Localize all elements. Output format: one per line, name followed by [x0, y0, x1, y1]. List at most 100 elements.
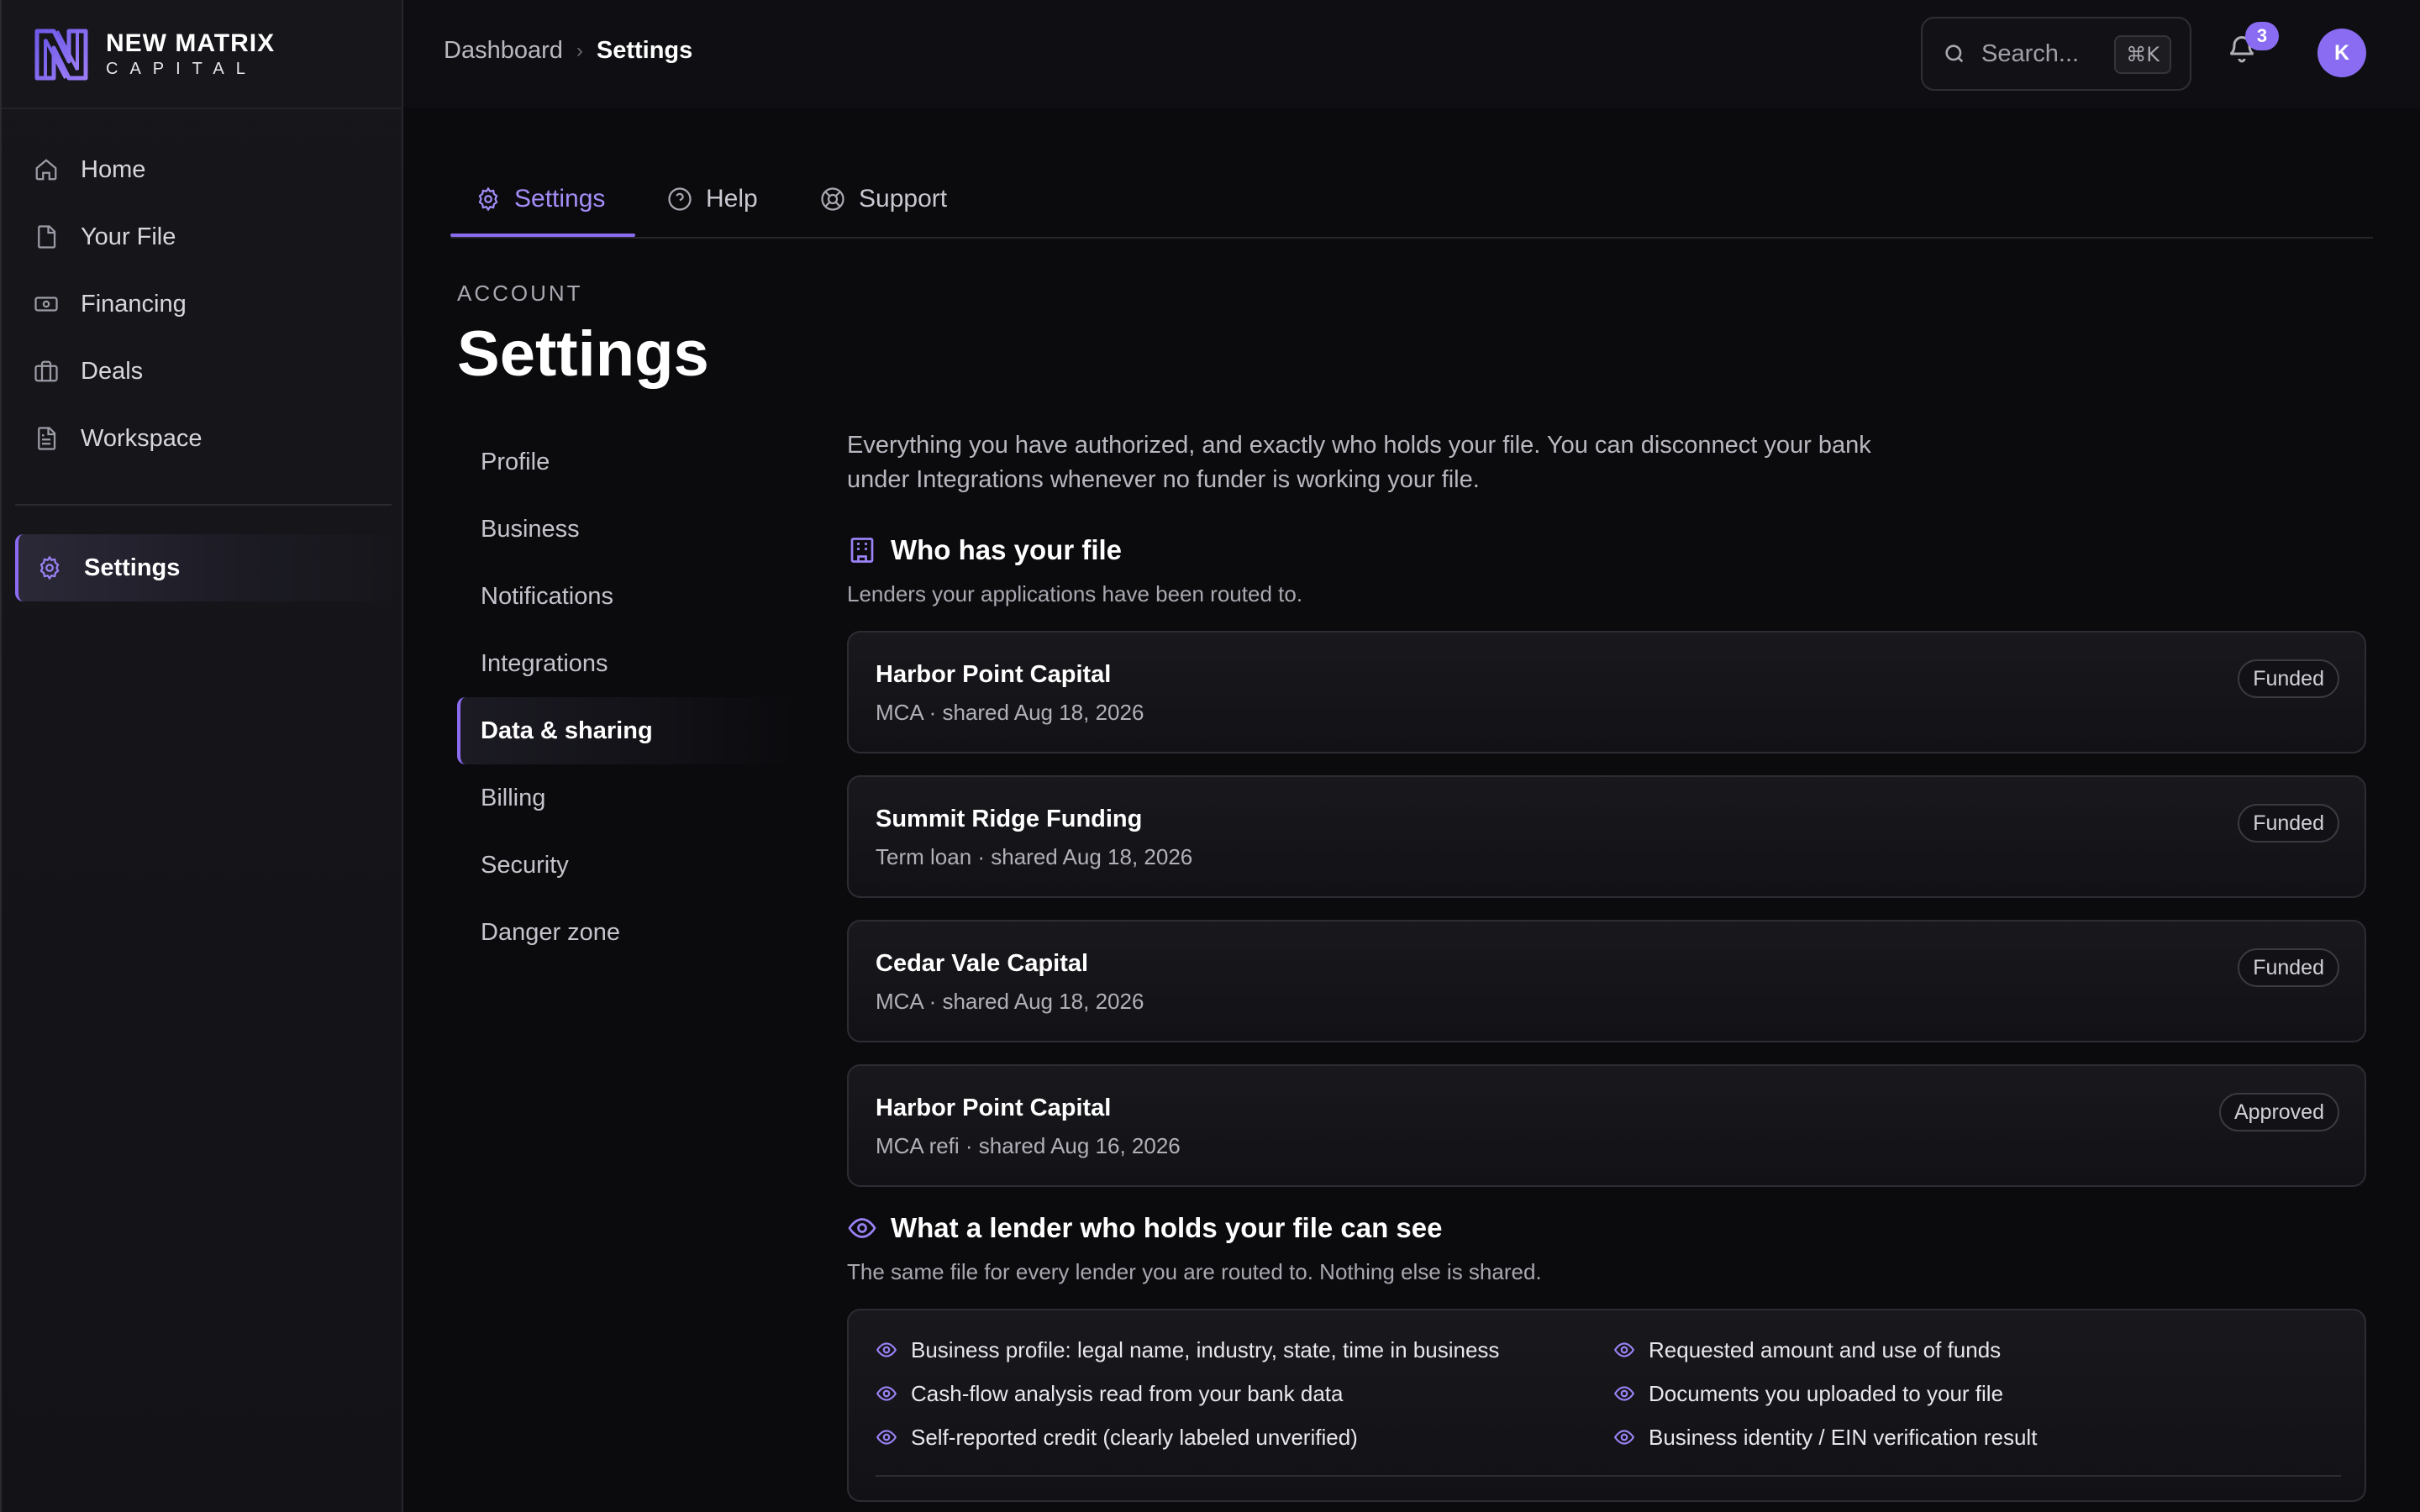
file-icon: [38, 225, 56, 249]
sidebar-divider: [15, 504, 392, 506]
brand-name-line1: NEW MATRIX: [106, 29, 276, 57]
list-item-label: Documents you uploaded to your file: [1649, 1380, 2004, 1406]
breadcrumb-current: Settings: [596, 37, 693, 64]
lender-meta: Term loan · shared Aug 18, 2026: [876, 844, 1193, 869]
subnav-item-security[interactable]: Security: [457, 832, 793, 899]
settings-subnav: Profile Business Notifications Integrati…: [457, 428, 793, 966]
lender-card[interactable]: Summit Ridge Funding Term loan · shared …: [847, 775, 2366, 898]
sidebar-item-deals[interactable]: Deals: [15, 338, 392, 405]
sidebar-item-label: Home: [81, 155, 146, 183]
app-root: NEW MATRIX CAPITAL Home Your File Financ…: [0, 0, 2420, 1512]
list-item-label: Business identity / EIN verification res…: [1649, 1424, 2038, 1450]
sidebar-item-financing[interactable]: Financing: [15, 270, 392, 338]
list-item: Business profile: legal name, industry, …: [876, 1336, 1613, 1364]
top-bar: Dashboard › Settings Search... ⌘K 3 K: [403, 0, 2420, 108]
shared-fields-list: Business profile: legal name, industry, …: [876, 1336, 2354, 1452]
building-icon: [850, 538, 874, 563]
sidebar-item-label: Workspace: [81, 424, 203, 452]
search-icon: [1945, 45, 1964, 63]
search-placeholder: Search...: [1981, 39, 2080, 67]
intro-text: Everything you have authorized, and exac…: [847, 432, 1871, 493]
subnav-item-notifications[interactable]: Notifications: [457, 563, 793, 630]
eye-icon: [876, 1342, 897, 1357]
eye-icon: [1613, 1342, 1635, 1357]
subnav-item-integrations[interactable]: Integrations: [457, 630, 793, 697]
status-badge: Funded: [2238, 659, 2339, 698]
brand-logo[interactable]: NEW MATRIX CAPITAL: [34, 25, 275, 84]
list-item: Requested amount and use of funds: [1613, 1336, 2351, 1364]
status-badge: Approved: [2218, 1093, 2339, 1131]
lender-meta: MCA · shared Aug 18, 2026: [876, 989, 1144, 1014]
data-sharing-panel: Everything you have authorized, and exac…: [847, 428, 2366, 1502]
lender-card[interactable]: Cedar Vale Capital MCA · shared Aug 18, …: [847, 920, 2366, 1042]
sidebar-item-label: Your File: [81, 223, 176, 250]
settings-tabs: Settings Help Support: [450, 161, 2373, 239]
sidebar-item-workspace[interactable]: Workspace: [15, 405, 392, 472]
notification-count-badge: 3: [2245, 22, 2279, 50]
visibility-section: What a lender who holds your file can se…: [847, 1212, 2366, 1502]
brand-name-line2: CAPITAL: [106, 60, 257, 78]
status-badge: Funded: [2238, 804, 2339, 843]
sidebar-item-settings[interactable]: Settings: [15, 534, 392, 601]
eye-icon: [876, 1430, 897, 1445]
lender-list: Harbor Point Capital MCA · shared Aug 18…: [847, 631, 2366, 1187]
tab-help[interactable]: Help: [667, 161, 758, 237]
lender-name: Harbor Point Capital: [876, 1095, 1112, 1121]
lender-name: Summit Ridge Funding: [876, 806, 1143, 832]
subnav-item-profile[interactable]: Profile: [457, 428, 793, 496]
list-item: Cash-flow analysis read from your bank d…: [876, 1379, 1613, 1408]
shared-fields-box: Business profile: legal name, industry, …: [847, 1309, 2366, 1502]
section-header-who-has-file: Who has your file: [847, 534, 2366, 566]
eye-icon: [876, 1386, 897, 1401]
brand-name: NEW MATRIX CAPITAL: [106, 30, 275, 79]
sidebar-item-your-file[interactable]: Your File: [15, 203, 392, 270]
eye-icon: [1613, 1386, 1635, 1401]
logo-mark-icon: [34, 29, 88, 81]
eye-icon: [1613, 1430, 1635, 1445]
sidebar-item-label: Settings: [84, 554, 181, 581]
avatar[interactable]: K: [2317, 29, 2366, 77]
tab-label: Support: [859, 185, 948, 213]
home-icon: [35, 159, 57, 181]
list-item-label: Business profile: legal name, industry, …: [911, 1336, 1500, 1362]
subnav-item-business[interactable]: Business: [457, 496, 793, 563]
list-item-label: Cash-flow analysis read from your bank d…: [911, 1380, 1344, 1406]
section-subtitle: The same file for every lender you are r…: [847, 1259, 1542, 1284]
page-title: Settings: [457, 318, 709, 390]
subnav-item-danger-zone[interactable]: Danger zone: [457, 899, 793, 966]
search-shortcut: ⌘K: [2114, 35, 2171, 74]
divider: [876, 1475, 2341, 1477]
subnav-item-data-sharing[interactable]: Data & sharing: [457, 697, 793, 764]
lifebuoy-icon: [821, 187, 844, 211]
sidebar-item-home[interactable]: Home: [15, 136, 392, 203]
document-icon: [38, 427, 56, 450]
breadcrumb-dashboard[interactable]: Dashboard: [444, 37, 563, 65]
lender-card[interactable]: Harbor Point Capital MCA · shared Aug 18…: [847, 631, 2366, 753]
tab-settings[interactable]: Settings: [476, 161, 605, 237]
list-item: Self-reported credit (clearly labeled un…: [876, 1423, 1613, 1452]
chevron-right-icon: ›: [576, 39, 583, 62]
section-title: Who has your file: [891, 534, 1123, 565]
tab-label: Help: [706, 185, 758, 213]
section-header-visibility: What a lender who holds your file can se…: [847, 1212, 2366, 1244]
sidebar-item-label: Deals: [81, 357, 144, 385]
eye-icon: [848, 1218, 876, 1238]
lender-card[interactable]: Harbor Point Capital MCA refi · shared A…: [847, 1064, 2366, 1187]
tab-support[interactable]: Support: [820, 161, 947, 237]
page-eyebrow: ACCOUNT: [457, 281, 583, 306]
list-item: Business identity / EIN verification res…: [1613, 1423, 2351, 1452]
lender-meta: MCA · shared Aug 18, 2026: [876, 700, 1144, 725]
search-input[interactable]: Search... ⌘K: [1921, 17, 2191, 91]
tab-label: Settings: [514, 185, 606, 213]
subnav-item-billing[interactable]: Billing: [457, 764, 793, 832]
sidebar-item-label: Financing: [81, 290, 187, 318]
sidebar: NEW MATRIX CAPITAL Home Your File Financ…: [0, 0, 403, 1512]
list-item-label: Requested amount and use of funds: [1649, 1336, 2002, 1362]
gear-icon: [39, 555, 60, 580]
lender-name: Cedar Vale Capital: [876, 950, 1089, 977]
list-item-label: Self-reported credit (clearly labeled un…: [911, 1424, 1358, 1450]
briefcase-icon: [34, 360, 58, 382]
list-item: Documents you uploaded to your file: [1613, 1379, 2351, 1408]
section-subtitle: Lenders your applications have been rout…: [847, 581, 1303, 606]
lender-meta: MCA refi · shared Aug 16, 2026: [876, 1133, 1181, 1158]
